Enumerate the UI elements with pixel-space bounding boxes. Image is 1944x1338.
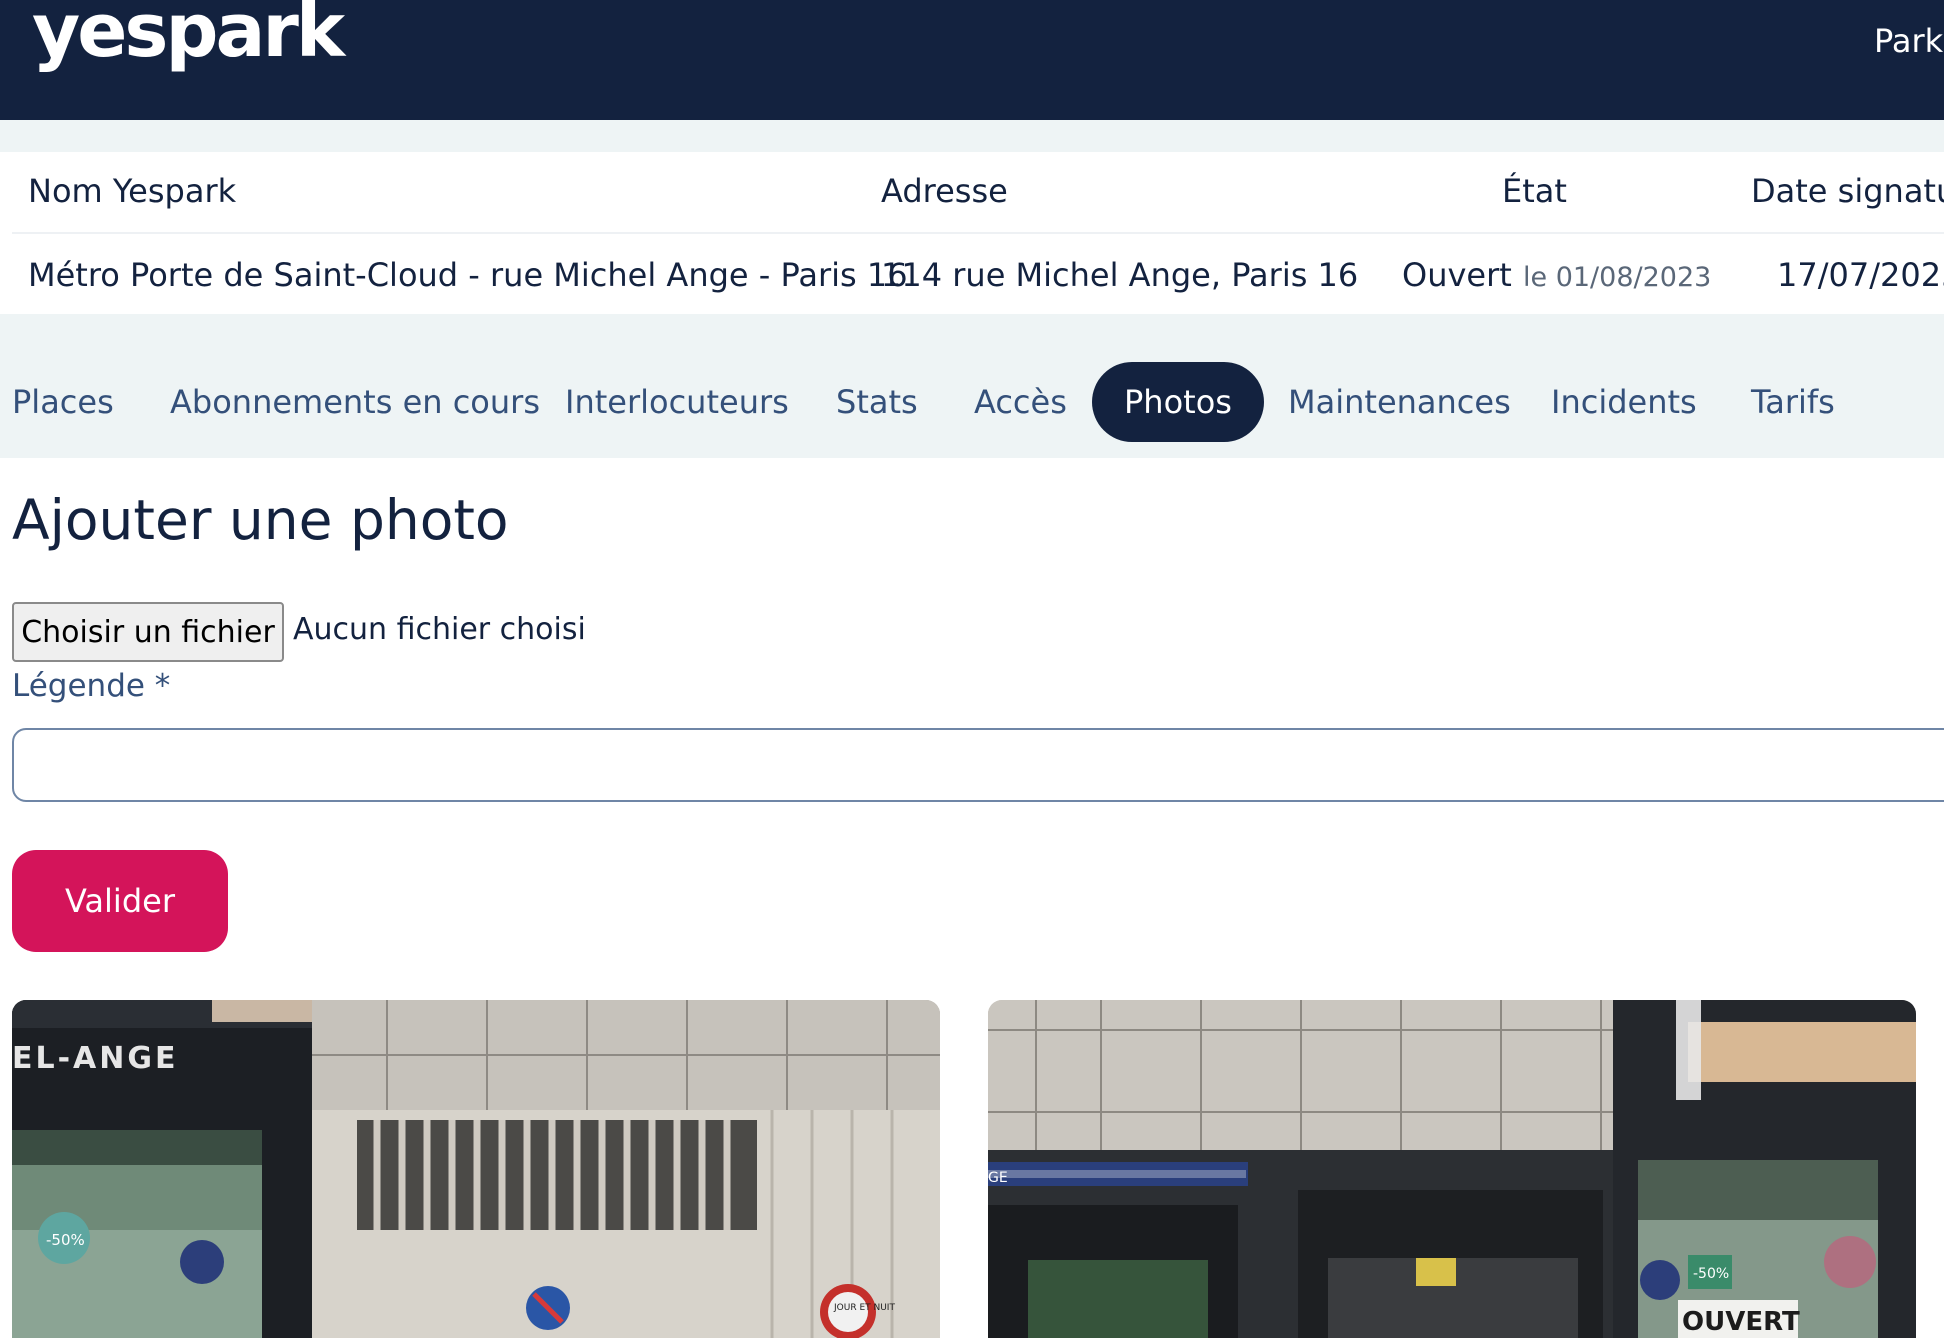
- parking-status: Ouvert: [1402, 256, 1512, 294]
- tab-maintenances[interactable]: Maintenances: [1288, 362, 1511, 442]
- submit-button[interactable]: Valider: [12, 850, 228, 952]
- tab-tarifs[interactable]: Tarifs: [1751, 362, 1835, 442]
- parking-photo-1[interactable]: EL-ANGE -50% JOUR ET NUIT: [12, 1000, 940, 1338]
- tab-abonnements[interactable]: Abonnements en cours: [170, 362, 540, 442]
- tab-stats[interactable]: Stats: [836, 362, 918, 442]
- tab-places[interactable]: Places: [12, 362, 114, 442]
- choose-file-button[interactable]: Choisir un fichier: [12, 602, 284, 662]
- page-title: Ajouter une photo: [12, 488, 509, 552]
- col-header-address: Adresse: [881, 172, 1008, 210]
- photo-2-badge: -50%: [1693, 1266, 1729, 1282]
- parking-name: Métro Porte de Saint-Cloud - rue Michel …: [28, 256, 908, 294]
- photo-1-sign-text: EL-ANGE: [12, 1041, 179, 1076]
- caption-label: Légende *: [12, 668, 171, 704]
- file-status-text: Aucun fichier choisi: [293, 612, 586, 647]
- col-header-name: Nom Yespark: [28, 172, 237, 210]
- tab-interlocuteurs[interactable]: Interlocuteurs: [565, 362, 789, 442]
- tab-acces[interactable]: Accès: [974, 362, 1067, 442]
- photo-1-sign2: JOUR ET NUIT: [833, 1303, 895, 1313]
- table-divider: [12, 232, 1944, 234]
- tab-incidents[interactable]: Incidents: [1551, 362, 1697, 442]
- parking-address: 114 rue Michel Ange, Paris 16: [881, 256, 1359, 294]
- photo-2-sign2: OUVERT: [1682, 1307, 1800, 1337]
- photo-2-sign-text: GE: [988, 1170, 1008, 1186]
- parking-status-date: le 01/08/2023: [1523, 262, 1712, 293]
- tab-photos[interactable]: Photos: [1092, 362, 1264, 442]
- col-header-signature-date: Date signatu: [1751, 172, 1944, 210]
- parking-signature-date: 17/07/2023: [1777, 256, 1944, 294]
- photo-1-badge: -50%: [46, 1231, 85, 1249]
- yespark-logo[interactable]: yespark: [32, 0, 345, 68]
- nav-parkings-link[interactable]: Park: [1874, 22, 1943, 60]
- top-nav-bar: yespark Park: [0, 0, 1944, 120]
- col-header-state: État: [1502, 172, 1567, 210]
- parking-photo-2[interactable]: -50% OUVERT GE: [988, 1000, 1916, 1338]
- caption-input[interactable]: [12, 728, 1944, 802]
